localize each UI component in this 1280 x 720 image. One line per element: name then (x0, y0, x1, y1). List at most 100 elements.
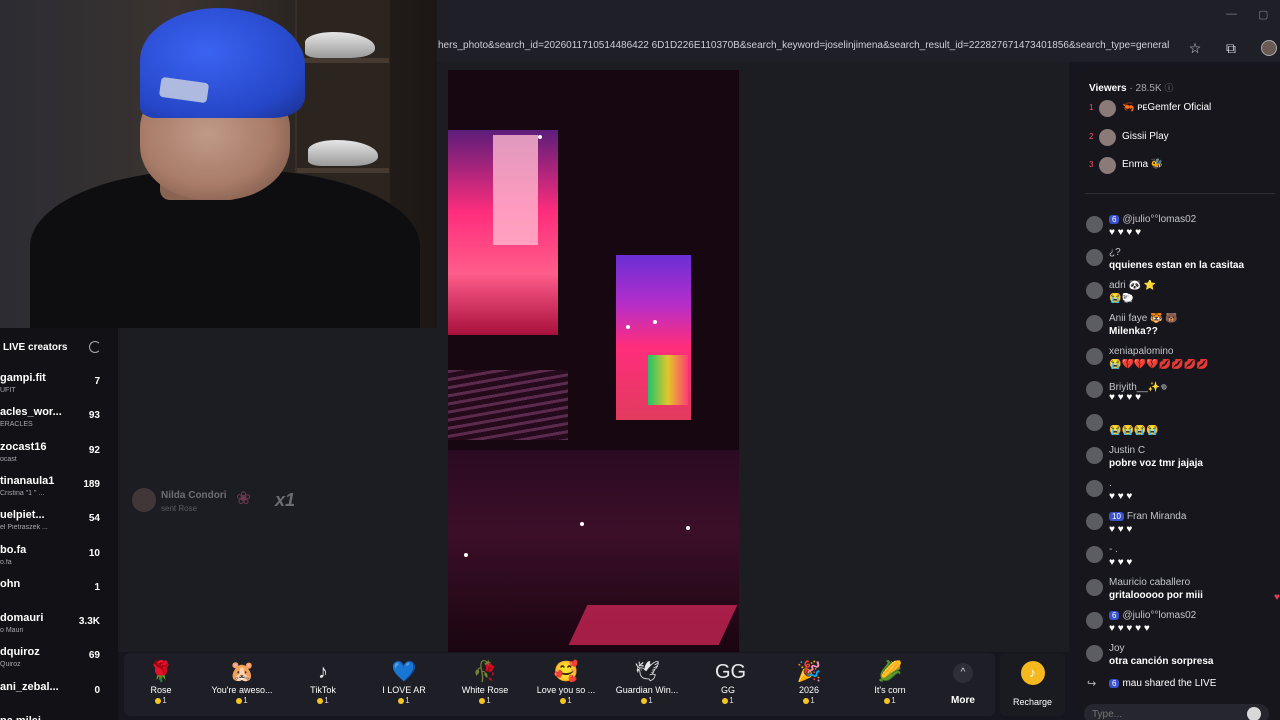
chat-username[interactable]: Justin C (1109, 445, 1279, 456)
gift-item[interactable]: 💙 I LOVE AR 1 (369, 655, 439, 715)
chat-message: Briyith__✨𖦹 ♥ ♥ ♥ ♥ (1085, 379, 1280, 411)
creator-viewer-count: 93 (88, 410, 100, 422)
coin-icon (236, 697, 243, 704)
concert-screen-flag (648, 355, 688, 405)
chat-panel: Viewers · 28.5K ⓘ 1 🦐 ᴘᴇGemfer Oficial 2 Gi… (1077, 70, 1280, 720)
chat-username-text: @julio°°lomas02 (1122, 214, 1197, 225)
restore-button[interactable]: ▢ (1258, 8, 1268, 21)
gift-name: 2026 (798, 685, 820, 695)
creator-row[interactable]: dquiroz Quiroz 69 (0, 644, 118, 678)
chat-message: 10 Fran Miranda ♥ ♥ ♥ (1085, 511, 1280, 543)
creator-name: bo.fa (0, 543, 27, 556)
gift-price-value: 1 (891, 696, 896, 705)
chat-text: ♥ ♥ ♥ ♥ ♥ (1109, 623, 1150, 634)
creator-subtitle: Cristina "1 " ... (0, 489, 45, 497)
minimize-button[interactable]: — (1226, 8, 1237, 20)
chat-message: - . ♥ ♥ ♥ (1085, 544, 1280, 576)
chevron-up-icon: ^ (953, 663, 973, 683)
avatar (1099, 100, 1116, 117)
more-gifts-button[interactable]: ^ More (944, 661, 982, 713)
bookmark-star-icon[interactable]: ☆ (1184, 37, 1206, 59)
creator-viewer-count: 92 (88, 444, 100, 456)
creator-row[interactable]: acles_wor... ERACLES 93 (0, 404, 118, 438)
chat-username[interactable]: 6 @julio°°lomas02 (1109, 610, 1279, 621)
level-badge: 6 (1109, 215, 1120, 224)
creator-subtitle: ERACLES (0, 421, 33, 429)
creator-row[interactable]: gampi.fit UFIT 7 (0, 370, 118, 404)
avatar[interactable] (1086, 249, 1103, 266)
creator-row[interactable]: domauri o Mauri 3.3K (0, 610, 118, 644)
chat-username[interactable]: Joy (1109, 643, 1279, 654)
gift-item[interactable]: 🌹 Rose 1 (126, 655, 196, 715)
avatar[interactable] (1086, 348, 1103, 365)
avatar[interactable] (1086, 612, 1103, 629)
viewers-header[interactable]: Viewers · 28.5K ⓘ (1089, 81, 1173, 94)
gift-item[interactable]: 🕊 Guardian Win... 1 (612, 655, 682, 715)
chat-input-box[interactable] (1084, 704, 1269, 720)
chat-username-text: Mauricio caballero (1109, 577, 1191, 588)
blue-cap (140, 8, 305, 118)
avatar[interactable] (1086, 414, 1103, 431)
info-icon[interactable]: ⓘ (1164, 83, 1173, 93)
webcam-overlay (0, 0, 437, 328)
chat-username[interactable]: 10 Fran Miranda (1109, 511, 1279, 522)
gift-item[interactable]: 🥀 White Rose 1 (450, 655, 520, 715)
extensions-icon[interactable]: ⧉ (1220, 37, 1242, 59)
avatar[interactable] (1086, 447, 1103, 464)
chat-username[interactable]: adri 🐼 ⭐ (1109, 280, 1279, 291)
creator-row[interactable]: uelpiet... el Pietraszek ... 54 (0, 507, 118, 541)
gift-item[interactable]: 🐹 You're aweso... 1 (207, 655, 277, 715)
top-viewer-row[interactable]: 1 🦐 ᴘᴇGemfer Oficial (1089, 98, 1279, 120)
avatar[interactable] (1086, 381, 1103, 398)
rank-number: 3 (1089, 160, 1094, 169)
chat-text: ♥ ♥ ♥ ♥ (1109, 392, 1142, 403)
rose-icon: ❀ (236, 488, 252, 508)
chat-username[interactable]: - . (1109, 544, 1279, 555)
chat-username-text: adri 🐼 ⭐ (1109, 280, 1157, 291)
chat-username[interactable]: xeniapalomino (1109, 346, 1279, 357)
gift-notification: Nilda Condori sent Rose ❀ x1 (130, 486, 310, 516)
avatar[interactable] (1086, 315, 1103, 332)
chat-username[interactable]: Anii faye 🐯 🐻 (1109, 313, 1279, 324)
chat-username[interactable]: . (1109, 478, 1279, 489)
gift-item[interactable]: 🥰 Love you so ... 1 (531, 655, 601, 715)
creator-subtitle: Quiroz (0, 661, 21, 669)
chat-username-text: - . (1109, 544, 1118, 555)
url-field[interactable]: hers_photo&search_id=2026011710514486422… (438, 40, 1178, 51)
avatar[interactable] (1086, 546, 1103, 563)
emoji-icon[interactable] (1247, 707, 1261, 720)
creator-row[interactable]: tinanaula1 Cristina "1 " ... 189 (0, 473, 118, 507)
gift-item[interactable]: GG GG 1 (693, 655, 763, 715)
creator-row[interactable]: bo.fa o.fa 10 (0, 542, 118, 576)
avatar[interactable] (1086, 513, 1103, 530)
creator-row[interactable]: ohn 1 (0, 576, 118, 610)
live-video[interactable] (448, 70, 739, 652)
chat-username[interactable]: ¿? (1109, 247, 1279, 258)
avatar[interactable] (1086, 480, 1103, 497)
chat-message: 6 @julio°°lomas02 ♥ ♥ ♥ ♥ ♥ (1085, 610, 1280, 642)
recharge-label: Recharge (1012, 697, 1053, 707)
chat-text: ♥ ♥ ♥ (1109, 491, 1133, 502)
creator-row[interactable]: zocast16 ocast 92 (0, 439, 118, 473)
profile-avatar[interactable] (1258, 37, 1280, 59)
creator-row[interactable]: na.milei (0, 713, 118, 720)
chat-input[interactable] (1092, 707, 1232, 720)
chat-username[interactable]: 6 @julio°°lomas02 (1109, 214, 1279, 225)
avatar[interactable] (1086, 645, 1103, 662)
chat-text: 😭💔💔💔💋💋💋💋 (1109, 359, 1209, 370)
avatar[interactable] (1086, 282, 1103, 299)
top-viewer-row[interactable]: 3 Enma 🐝 (1089, 155, 1279, 177)
avatar[interactable] (1086, 579, 1103, 596)
creator-row[interactable]: ani_zebal... 0 (0, 679, 118, 713)
chat-username[interactable]: Mauricio caballero (1109, 577, 1279, 588)
recharge-button[interactable]: ♪ Recharge (1000, 653, 1065, 716)
refresh-icon[interactable] (89, 341, 101, 353)
chat-username[interactable]: Briyith__✨𖦹 (1109, 379, 1279, 393)
gift-item[interactable]: 🎉 2026 1 (774, 655, 844, 715)
gift-item[interactable]: 🌽 It's corn 1 (855, 655, 925, 715)
chat-text: pobre voz tmr jajaja (1109, 458, 1203, 469)
creator-name: uelpiet... (0, 509, 45, 522)
top-viewer-row[interactable]: 2 Gissii Play (1089, 127, 1279, 149)
gift-item[interactable]: ♪ TikTok 1 (288, 655, 358, 715)
avatar[interactable] (1086, 216, 1103, 233)
